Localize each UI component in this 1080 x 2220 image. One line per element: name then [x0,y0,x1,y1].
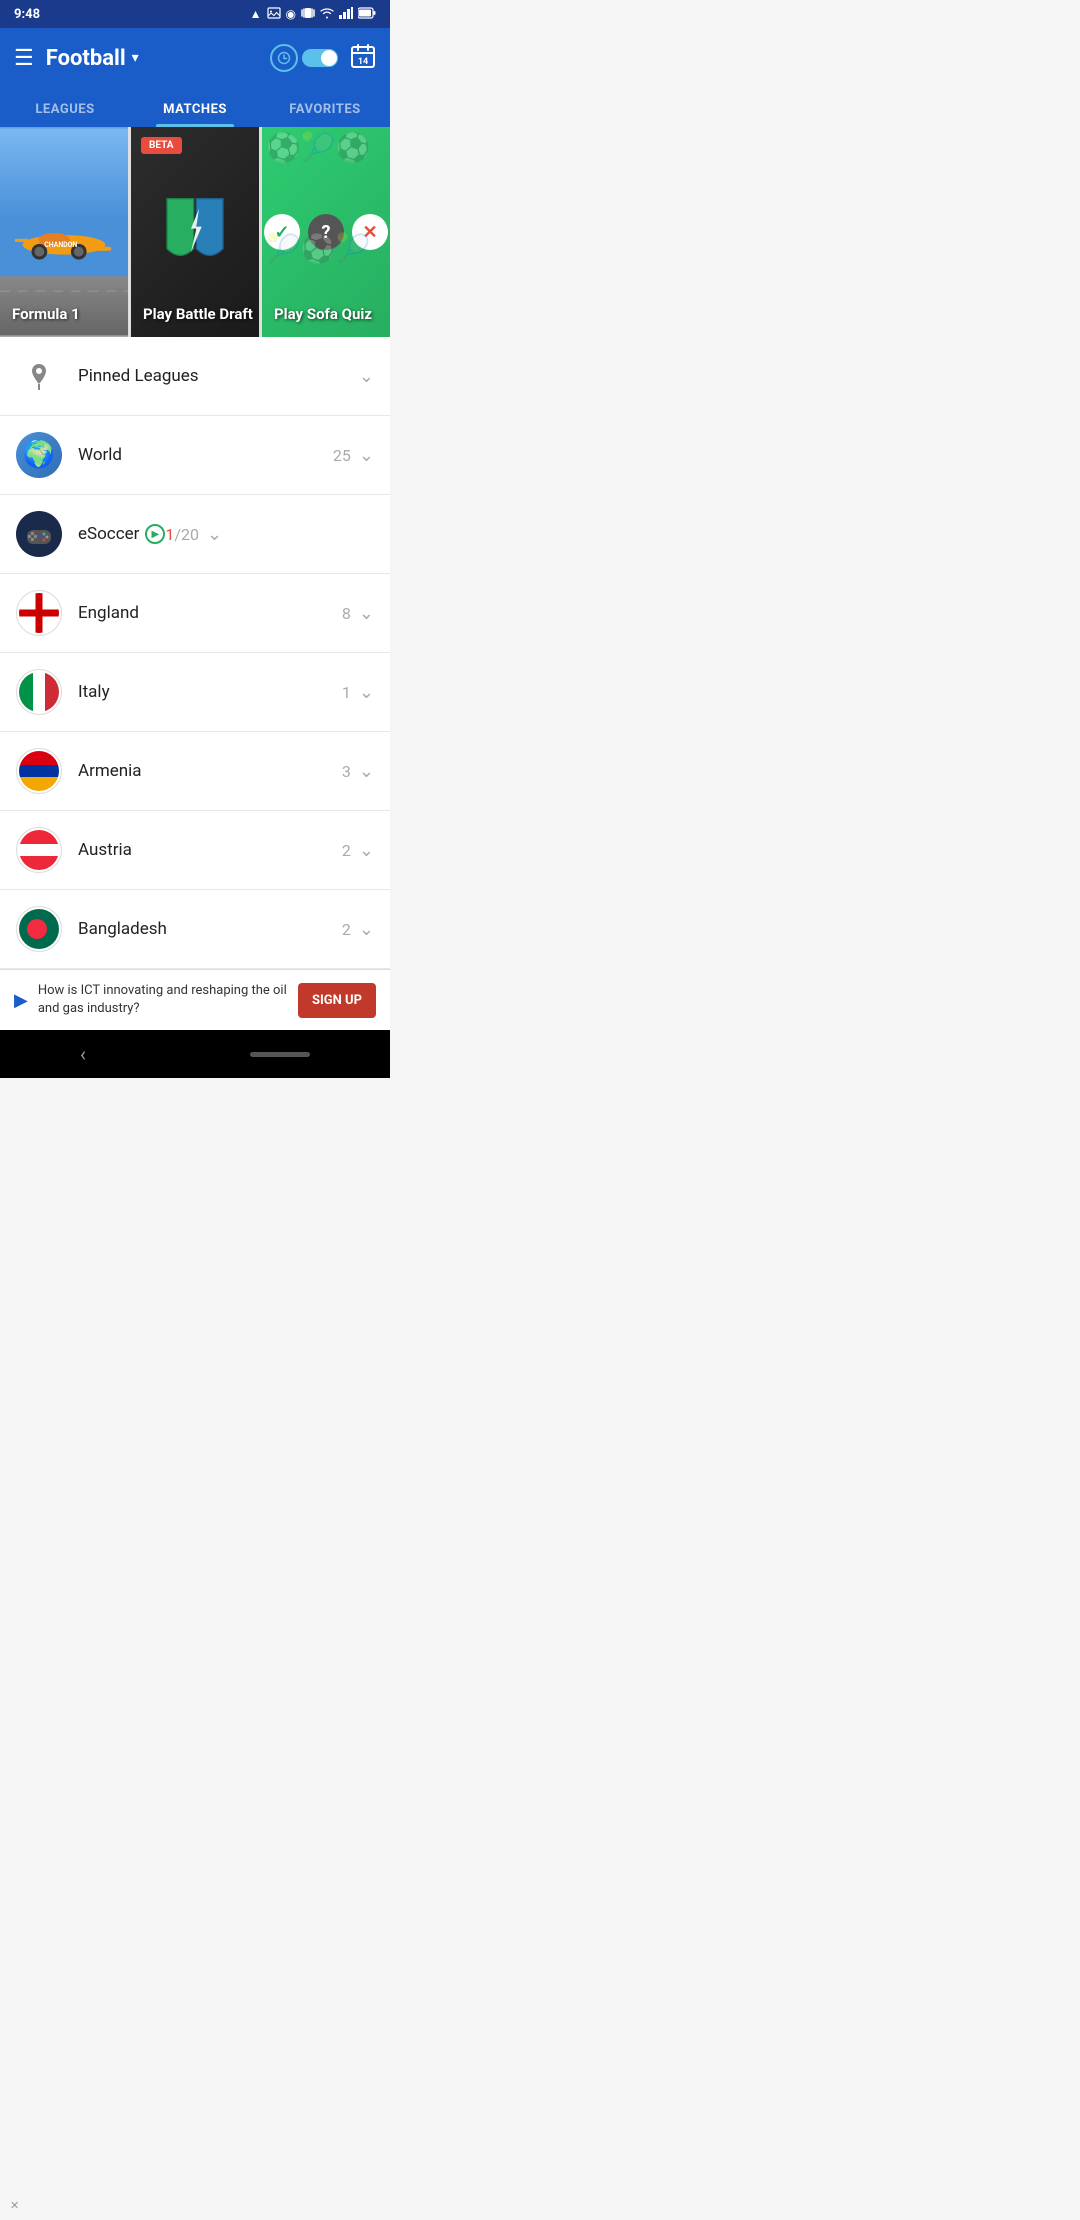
status-icons: ▲ ◉ [250,6,376,23]
armenia-flag [16,748,62,794]
austria-label: Austria [78,840,342,860]
world-chevron: ⌄ [359,445,374,466]
list-item-pinned[interactable]: Pinned Leagues ⌄ [0,337,390,416]
image-icon [267,6,281,23]
esoccer-chevron: ⌄ [207,524,222,545]
pinned-leagues-label: Pinned Leagues [78,366,359,386]
banner-section: CHANDON Formula 1 BETA Play [0,127,390,337]
bottom-nav: ‹ [0,1030,390,1078]
app-bar: ☰ Football ▾ 14 [0,28,390,88]
calendar-icon: 14 [350,43,376,69]
live-play-icon: ▶ [145,524,165,544]
list-item-world[interactable]: 🌍 World 25 ⌄ [0,416,390,495]
austria-count: 2 [342,841,351,860]
app-bar-actions: 14 [270,43,376,73]
list-item-austria[interactable]: Austria 2 ⌄ [0,811,390,890]
beta-badge: BETA [141,137,182,154]
austria-chevron: ⌄ [359,840,374,861]
england-flag [16,590,62,636]
home-indicator[interactable] [250,1052,310,1057]
pin-icon [16,353,62,399]
svg-text:CHANDON: CHANDON [44,241,77,249]
world-label: World [78,445,333,465]
bangladesh-chevron: ⌄ [359,919,374,940]
toggle-knob [321,50,337,66]
esoccer-icon [16,511,62,557]
app-title: Football [46,46,126,71]
live-toggle[interactable] [270,44,338,72]
world-icon: 🌍 [16,432,62,478]
dropdown-icon[interactable]: ▾ [132,50,139,66]
ad-play-icon: ▶ [14,990,28,1011]
ad-signup-button[interactable]: SIGN UP [298,983,376,1018]
italy-count: 1 [342,683,351,702]
live-toggle-switch[interactable] [302,49,338,67]
bangladesh-flag [16,906,62,952]
tab-bar: LEAGUES MATCHES FAVORITES [0,88,390,127]
tab-matches[interactable]: MATCHES [130,88,260,127]
bangladesh-count: 2 [342,920,351,939]
england-label: England [78,603,342,623]
leagues-list: Pinned Leagues ⌄ 🌍 World 25 ⌄ [0,337,390,969]
ad-banner: ▶ How is ICT innovating and reshaping th… [0,969,390,1030]
menu-icon[interactable]: ☰ [14,46,34,71]
armenia-count: 3 [342,762,351,781]
list-item-england[interactable]: England 8 ⌄ [0,574,390,653]
calendar-button[interactable]: 14 [350,43,376,73]
status-bar: 9:48 ▲ ◉ [0,0,390,28]
app-title-container: Football ▾ [46,46,258,71]
italy-flag [16,669,62,715]
drive-icon: ▲ [250,7,262,21]
italy-label: Italy [78,682,342,702]
formula1-label: Formula 1 [12,305,80,323]
england-count: 8 [342,604,351,623]
svg-text:14: 14 [358,57,368,67]
status-time: 9:48 [14,7,40,22]
esoccer-label: eSoccer [78,524,139,544]
list-item-esoccer[interactable]: eSoccer ▶ 1/20 ⌄ [0,495,390,574]
tab-favorites[interactable]: FAVORITES [260,88,390,127]
list-item-armenia[interactable]: Armenia 3 ⌄ [0,732,390,811]
esoccer-sublabel: eSoccer ▶ [78,524,165,544]
sofa-quiz-label: Play Sofa Quiz [274,305,372,323]
sofa-quiz-card[interactable]: ⚽ 🎾 ⚽ 🎾 ⚽ 🎾 ✓ ? ✕ Play Sofa Quiz [262,127,390,337]
italy-chevron: ⌄ [359,682,374,703]
esoccer-count: 1/20 [165,525,199,544]
signal-icon [339,7,353,22]
armenia-label: Armenia [78,761,342,781]
wifi-icon [320,7,334,22]
back-button[interactable]: ‹ [80,1042,86,1066]
ad-text: How is ICT innovating and reshaping the … [38,982,288,1018]
formula1-card[interactable]: CHANDON Formula 1 [0,127,128,337]
pinned-chevron: ⌄ [359,366,374,387]
battery-icon [358,7,376,22]
bangladesh-label: Bangladesh [78,919,342,939]
circle-icon: ◉ [286,7,296,21]
list-item-italy[interactable]: Italy 1 ⌄ [0,653,390,732]
list-item-bangladesh[interactable]: Bangladesh 2 ⌄ [0,890,390,969]
armenia-chevron: ⌄ [359,761,374,782]
austria-flag [16,827,62,873]
battle-draft-label: Play Battle Draft [143,305,253,323]
battle-draft-card[interactable]: BETA Play Battle Draft [131,127,259,337]
clock-icon [270,44,298,72]
england-chevron: ⌄ [359,603,374,624]
tab-leagues[interactable]: LEAGUES [0,88,130,127]
vibrate-icon [301,6,315,23]
world-count: 25 [333,446,351,465]
ad-close-icon[interactable]: ✕ [10,2199,19,2212]
